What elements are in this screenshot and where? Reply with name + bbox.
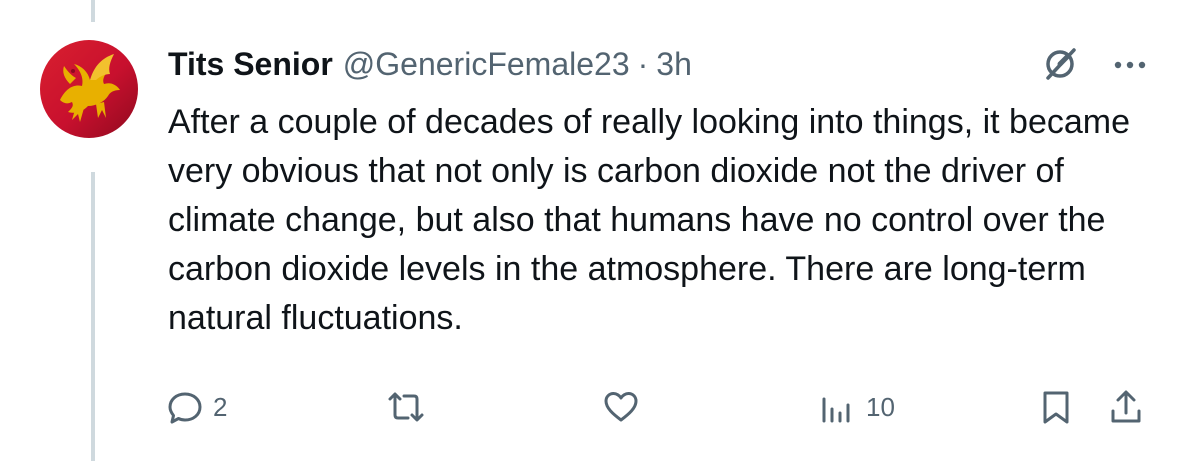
like-button[interactable] <box>600 385 650 429</box>
tweet-text: After a couple of decades of really look… <box>168 103 1131 337</box>
reply-button[interactable]: 2 <box>165 385 227 429</box>
avatar[interactable] <box>40 40 138 138</box>
grok-icon[interactable] <box>1040 44 1080 84</box>
retweet-button[interactable] <box>384 385 436 429</box>
views-button[interactable]: 10 <box>818 385 895 429</box>
bookmark-icon <box>1043 391 1069 424</box>
display-name[interactable]: Tits Senior <box>168 44 333 84</box>
reply-count: 2 <box>213 391 228 422</box>
more-icon[interactable] <box>1106 50 1154 80</box>
views-count: 10 <box>866 391 895 422</box>
retweet-icon <box>388 392 424 422</box>
dragon-flag-image <box>40 40 138 138</box>
user-handle[interactable]: @GenericFemale23 <box>343 44 630 84</box>
bookmark-button[interactable] <box>1036 385 1076 429</box>
share-icon <box>1111 390 1141 423</box>
thread-line-top <box>91 0 95 22</box>
tweet-header: Tits Senior @GenericFemale23 · 3h <box>168 44 692 84</box>
views-icon <box>822 397 850 423</box>
thread-line-bottom <box>91 172 95 461</box>
share-button[interactable] <box>1106 385 1146 429</box>
like-icon <box>604 392 638 422</box>
separator-dot: · <box>637 46 649 82</box>
reply-icon <box>168 392 202 424</box>
timestamp[interactable]: 3h <box>656 44 692 84</box>
